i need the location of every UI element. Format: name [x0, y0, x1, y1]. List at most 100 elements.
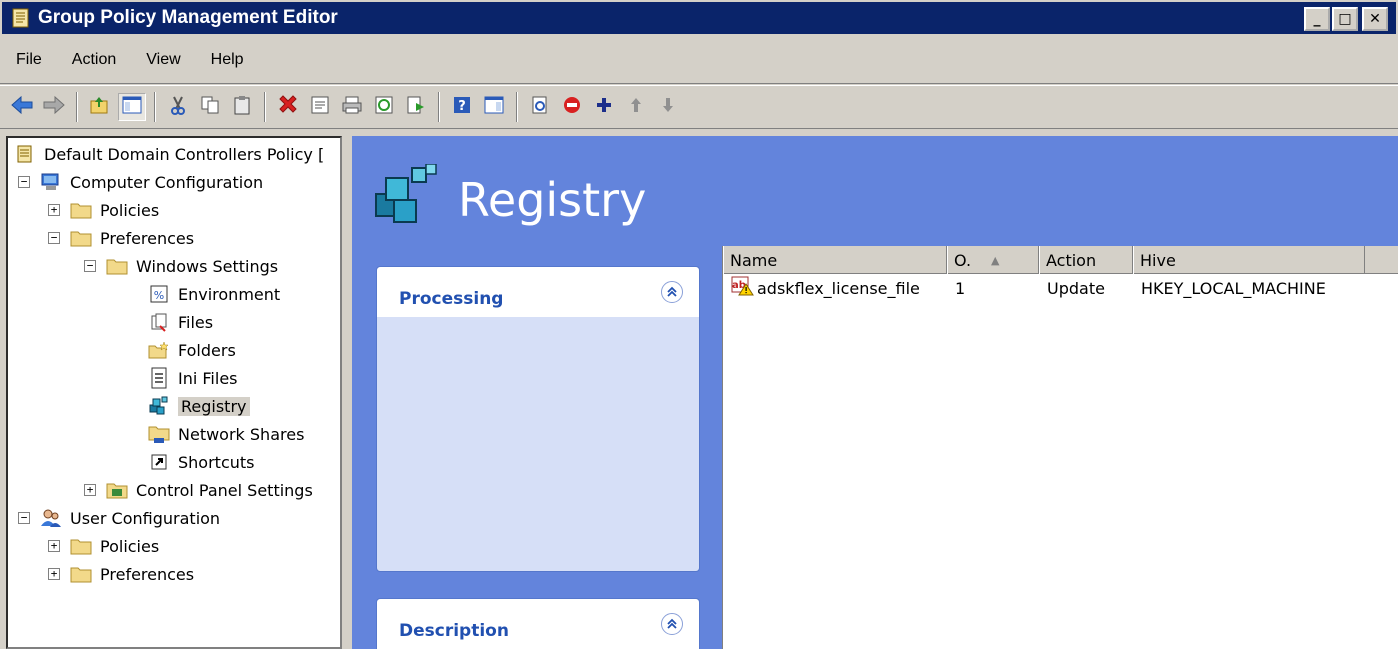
show-hide-tree-icon — [122, 96, 142, 118]
tree-item-label: Registry — [178, 396, 250, 416]
expand-toggle[interactable]: + — [48, 204, 60, 216]
properties-button[interactable] — [306, 93, 334, 121]
add-button[interactable] — [590, 93, 618, 121]
paste-button[interactable] — [228, 93, 256, 121]
copy-button[interactable] — [196, 93, 224, 121]
move-down-button[interactable] — [654, 93, 682, 121]
tree-item-label: Folders — [178, 340, 236, 360]
processing-panel-header[interactable]: Processing — [377, 267, 699, 317]
move-up-icon — [627, 96, 645, 118]
table-row[interactable]: ab adskflex_license_file 1 Update HKEY_L… — [723, 274, 1398, 302]
print-button[interactable] — [338, 93, 366, 121]
stop-button[interactable] — [558, 93, 586, 121]
ini-files-icon — [148, 367, 170, 389]
folder-icon — [70, 535, 92, 557]
registry-items-list[interactable]: Name O. ▲ Action Hive ab adskflex_license… — [722, 246, 1398, 649]
description-panel-header[interactable]: Description — [377, 599, 699, 649]
folder-icon — [70, 227, 92, 249]
tree-item-default-domain-controllers-policy[interactable]: Default Domain Controllers Policy [ — [14, 140, 324, 168]
menu-view[interactable]: View — [140, 47, 186, 73]
move-up-button[interactable] — [622, 93, 650, 121]
copy-icon — [200, 95, 220, 119]
collapse-toggle[interactable]: − — [18, 176, 30, 188]
column-header-name[interactable]: Name — [723, 246, 947, 274]
registry-large-icon — [372, 163, 444, 236]
tree-item-folders[interactable]: Folders — [148, 336, 236, 364]
cell-action: Update — [1039, 279, 1133, 298]
menu-help[interactable]: Help — [205, 47, 250, 73]
tree-item-computer-configuration[interactable]: − Computer Configuration — [18, 168, 263, 196]
tree-item-preferences[interactable]: − Preferences — [48, 224, 194, 252]
tree-item-label: Preferences — [100, 228, 195, 248]
show-hide-action-pane-button[interactable] — [480, 93, 508, 121]
export-list-button[interactable] — [402, 93, 430, 121]
column-header-hive[interactable]: Hive — [1133, 246, 1365, 274]
tree-item-policies[interactable]: + Policies — [48, 196, 159, 224]
preview-button[interactable] — [526, 93, 554, 121]
collapse-toggle[interactable]: − — [84, 260, 96, 272]
tree-item-label: Files — [178, 312, 214, 332]
pane-splitter[interactable] — [342, 136, 352, 649]
toolbar-separator — [154, 92, 156, 122]
tree-item-label: Policies — [100, 536, 160, 556]
close-button[interactable]: ✕ — [1362, 7, 1388, 31]
toolbar: ? — [0, 85, 1398, 129]
tree-item-environment[interactable]: % Environment — [148, 280, 280, 308]
row-order: 1 — [955, 278, 966, 298]
toolbar-separator — [264, 92, 266, 122]
collapse-toggle[interactable]: − — [18, 512, 30, 524]
column-header-order[interactable]: O. ▲ — [947, 246, 1039, 274]
expand-toggle[interactable]: + — [48, 540, 60, 552]
back-button[interactable] — [8, 93, 36, 121]
tree-item-ini-files[interactable]: Ini Files — [148, 364, 238, 392]
folder-icon — [106, 255, 128, 277]
row-hive: HKEY_LOCAL_MACHINE — [1141, 278, 1326, 298]
column-header-action[interactable]: Action — [1039, 246, 1133, 274]
console-tree[interactable]: Default Domain Controllers Policy [ − Co… — [6, 136, 342, 649]
registry-icon — [148, 395, 170, 417]
tree-item-user-preferences[interactable]: + Preferences — [48, 560, 194, 588]
properties-icon — [310, 95, 330, 119]
help-button[interactable]: ? — [448, 93, 476, 121]
menu-action[interactable]: Action — [66, 47, 122, 73]
control-panel-icon — [106, 479, 128, 501]
folder-icon — [70, 199, 92, 221]
tree-item-control-panel-settings[interactable]: + Control Panel Settings — [84, 476, 313, 504]
delete-button[interactable] — [274, 93, 302, 121]
tree-item-label: Control Panel Settings — [136, 480, 313, 500]
shortcuts-icon — [148, 451, 170, 473]
expand-toggle[interactable]: + — [48, 568, 60, 580]
minimize-button[interactable]: _ — [1304, 7, 1330, 31]
tree-item-user-configuration[interactable]: − User Configuration — [18, 504, 220, 532]
tree-item-shortcuts[interactable]: Shortcuts — [148, 448, 254, 476]
refresh-button[interactable] — [370, 93, 398, 121]
expand-toggle[interactable]: + — [84, 484, 96, 496]
tree-item-label: Shortcuts — [178, 452, 255, 472]
minimize-icon: _ — [1313, 11, 1321, 27]
help-icon: ? — [452, 95, 472, 119]
tree-item-label: Ini Files — [178, 368, 238, 388]
up-one-level-button[interactable] — [86, 93, 114, 121]
collapse-toggle[interactable]: − — [48, 232, 60, 244]
description-panel: Description — [376, 598, 700, 649]
back-icon — [10, 95, 34, 119]
tree-item-windows-settings[interactable]: − Windows Settings — [84, 252, 278, 280]
tree-item-registry[interactable]: Registry — [148, 392, 250, 420]
collapse-chevron-icon[interactable] — [661, 613, 683, 635]
menu-file[interactable]: File — [10, 47, 48, 73]
show-hide-tree-button[interactable] — [118, 93, 146, 121]
tree-item-user-policies[interactable]: + Policies — [48, 532, 159, 560]
move-down-icon — [659, 96, 677, 118]
files-icon — [148, 311, 170, 333]
cell-order: 1 — [947, 279, 1039, 298]
maximize-button[interactable]: □ — [1332, 7, 1358, 31]
tree-item-network-shares[interactable]: Network Shares — [148, 420, 304, 448]
processing-panel: Processing — [376, 266, 700, 572]
forward-button[interactable] — [40, 93, 68, 121]
processing-panel-title: Processing — [399, 289, 504, 309]
add-icon — [595, 96, 613, 118]
cut-button[interactable] — [164, 93, 192, 121]
collapse-chevron-icon[interactable] — [661, 281, 683, 303]
tree-item-files[interactable]: Files — [148, 308, 213, 336]
tree-item-label: Default Domain Controllers Policy [ — [44, 144, 325, 164]
